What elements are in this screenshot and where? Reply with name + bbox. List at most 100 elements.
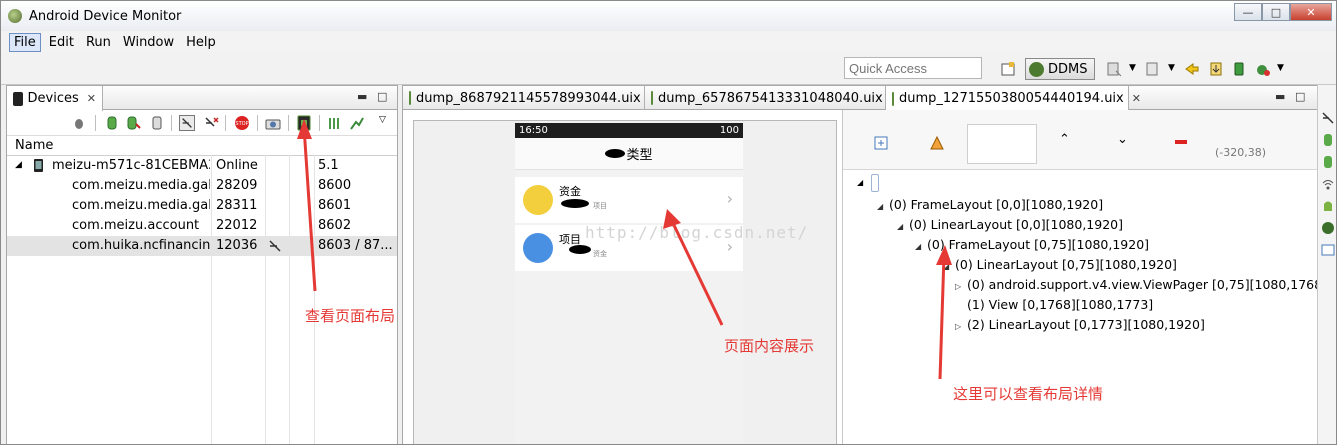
stop-process-icon[interactable]: STOP <box>234 115 250 131</box>
gc-icon[interactable] <box>149 115 165 131</box>
row-subtitle: 项目 <box>593 202 607 210</box>
process-row[interactable]: com.meizu.media.gallery 28311 8601 <box>7 196 397 216</box>
systrace-icon[interactable] <box>327 115 343 131</box>
minimize-view-icon[interactable]: ▬ <box>357 90 367 103</box>
expand-all-icon[interactable] <box>874 136 888 150</box>
collapse-triangle-icon[interactable]: ◢ <box>877 202 889 211</box>
phone-icon <box>13 91 23 106</box>
minimize-button[interactable]: — <box>1234 3 1262 21</box>
ddms-perspective-button[interactable]: DDMS <box>1025 58 1095 80</box>
process-port: 8600 <box>318 178 352 193</box>
close-tab-icon[interactable]: ✕ <box>1132 92 1141 105</box>
chevron-down-icon[interactable]: ⌄ <box>1117 132 1128 147</box>
menu-run[interactable]: Run <box>82 34 115 51</box>
phone-list-row-funds[interactable]: 资金 项目 › <box>515 177 743 223</box>
devices-tab-label: Devices <box>27 91 79 106</box>
tree-node[interactable]: ▷ (0) android.support.v4.view.ViewPager [… <box>955 277 1327 292</box>
warning-icon[interactable] <box>930 136 944 150</box>
dump-view-hierarchy-icon[interactable] <box>296 115 312 131</box>
window-view-icon[interactable] <box>1321 243 1335 257</box>
expand-triangle-icon[interactable]: ▷ <box>955 282 967 291</box>
dropdown-chevron-icon[interactable]: ▼ <box>1277 63 1293 79</box>
tree-root-node[interactable] <box>871 174 879 192</box>
maximize-view-icon[interactable]: □ <box>377 90 387 103</box>
device-status: Online <box>216 158 258 173</box>
phone-header-title: 类型 <box>626 148 653 163</box>
process-pid: 28209 <box>216 178 258 193</box>
emulator-control-icon[interactable] <box>1321 221 1335 235</box>
debug-bug-icon[interactable] <box>71 115 87 131</box>
menu-window[interactable]: Window <box>119 34 178 51</box>
tree-node[interactable]: (1) View [0,1768][1080,1773] <box>955 297 1153 312</box>
annotation-layout-detail: 这里可以查看布局详情 <box>953 385 1104 403</box>
maximize-view-icon[interactable]: □ <box>1295 90 1305 103</box>
tree-node[interactable]: ◢ (0) LinearLayout [0,75][1080,1920] <box>943 257 1177 272</box>
method-trace-icon[interactable] <box>349 115 365 131</box>
process-port: 8602 <box>318 218 352 233</box>
download-icon[interactable] <box>1208 61 1224 77</box>
tab-dump-2[interactable]: dump_6578675413331048040.uix <box>645 86 886 110</box>
network-view-icon[interactable] <box>1321 177 1335 191</box>
window-controls: — □ ✕ <box>1234 3 1332 21</box>
main-toolbar: DDMS ▼ ▼ ▼ <box>1 53 1336 85</box>
screen-capture-icon[interactable] <box>1106 61 1122 77</box>
dropdown-chevron-icon[interactable]: ▼ <box>1168 63 1184 79</box>
menu-help[interactable]: Help <box>182 34 220 51</box>
process-row-selected[interactable]: com.huika.ncfinancing 12036 8603 / 87... <box>7 236 397 256</box>
menu-file[interactable]: File <box>9 32 41 52</box>
uix-file-icon <box>892 91 894 106</box>
device-screenshot-pane[interactable]: 16:50 100 类型 资金 项目 › 项目 资金 › <box>413 120 837 444</box>
process-row[interactable]: com.meizu.account 22012 8602 <box>7 216 397 236</box>
menu-edit[interactable]: Edit <box>45 34 78 51</box>
status-time: 16:50 <box>519 125 548 136</box>
tree-node[interactable]: ▷ (2) LinearLayout [0,1773][1080,1920] <box>955 317 1205 332</box>
process-pid: 28311 <box>216 198 258 213</box>
maximize-button[interactable]: □ <box>1262 3 1290 21</box>
threads-view-icon[interactable] <box>1321 111 1335 125</box>
collapse-triangle-icon[interactable]: ◢ <box>15 160 22 170</box>
device-battery-icon[interactable] <box>1231 61 1247 77</box>
remove-icon[interactable] <box>1175 140 1187 144</box>
debug-thread-icon <box>269 240 281 252</box>
minimize-view-icon[interactable]: ▬ <box>1275 90 1285 103</box>
collapse-triangle-icon[interactable]: ◢ <box>897 222 909 231</box>
process-row[interactable]: com.meizu.media.gallery 28209 8600 <box>7 176 397 196</box>
debug-run-icon[interactable] <box>1255 61 1271 77</box>
allocation-view-icon[interactable] <box>1321 155 1335 169</box>
view-menu-chevron-icon[interactable]: ▽ <box>379 115 395 131</box>
collapse-triangle-icon[interactable]: ◢ <box>943 262 955 271</box>
toggle-nan-button[interactable] <box>967 124 1037 164</box>
dump-hprof-icon[interactable] <box>1144 61 1160 77</box>
expand-triangle-icon[interactable]: ▷ <box>955 322 967 331</box>
devices-toolbar: STOP ▽ <box>7 110 397 136</box>
collapse-triangle-icon[interactable]: ◢ <box>857 178 863 187</box>
android-icon[interactable] <box>1321 199 1335 213</box>
screen-capture-camera-icon[interactable] <box>265 115 281 131</box>
method-profiling-icon[interactable] <box>1184 61 1200 77</box>
collapse-triangle-icon[interactable]: ◢ <box>915 242 927 251</box>
devices-tab-strip: Devices ✕ ▬ □ <box>7 86 397 111</box>
phone-screenshot[interactable]: 16:50 100 类型 资金 项目 › 项目 资金 › <box>515 123 743 444</box>
tree-node[interactable]: ◢ (0) FrameLayout [0,75][1080,1920] <box>915 237 1149 252</box>
dump-heap-icon[interactable] <box>125 115 141 131</box>
tree-node[interactable]: ◢ (0) FrameLayout [0,0][1080,1920] <box>877 197 1103 212</box>
close-window-button[interactable]: ✕ <box>1290 3 1332 21</box>
open-perspective-icon[interactable] <box>1000 61 1016 77</box>
android-device-monitor-window: Android Device Monitor — □ ✕ File Edit R… <box>0 0 1337 445</box>
tab-devices[interactable]: Devices ✕ <box>7 86 103 111</box>
tab-dump-3[interactable]: dump_1271550380054440194.uix ✕ <box>886 86 1141 111</box>
chevron-up-icon[interactable]: ⌃ <box>1059 132 1070 147</box>
column-name-header[interactable]: Name <box>15 138 53 153</box>
devices-table-header: Name <box>7 136 397 156</box>
annotation-page-content: 页面内容展示 <box>724 337 815 355</box>
dropdown-chevron-icon[interactable]: ▼ <box>1129 63 1145 79</box>
quick-access-input[interactable] <box>844 57 982 79</box>
update-heap-icon[interactable] <box>104 115 120 131</box>
tab-dump-1[interactable]: dump_8687921145578993044.uix <box>403 86 645 110</box>
device-row[interactable]: ◢ meizu-m571c-81CEBMA22H Online 5.1 <box>7 156 397 176</box>
heap-view-icon[interactable] <box>1321 133 1335 147</box>
tree-node[interactable]: ◢ (0) LinearLayout [0,0][1080,1920] <box>897 217 1123 232</box>
update-threads-icon[interactable] <box>179 115 195 131</box>
stop-threads-icon[interactable] <box>203 115 219 131</box>
close-tab-icon[interactable]: ✕ <box>87 92 96 105</box>
